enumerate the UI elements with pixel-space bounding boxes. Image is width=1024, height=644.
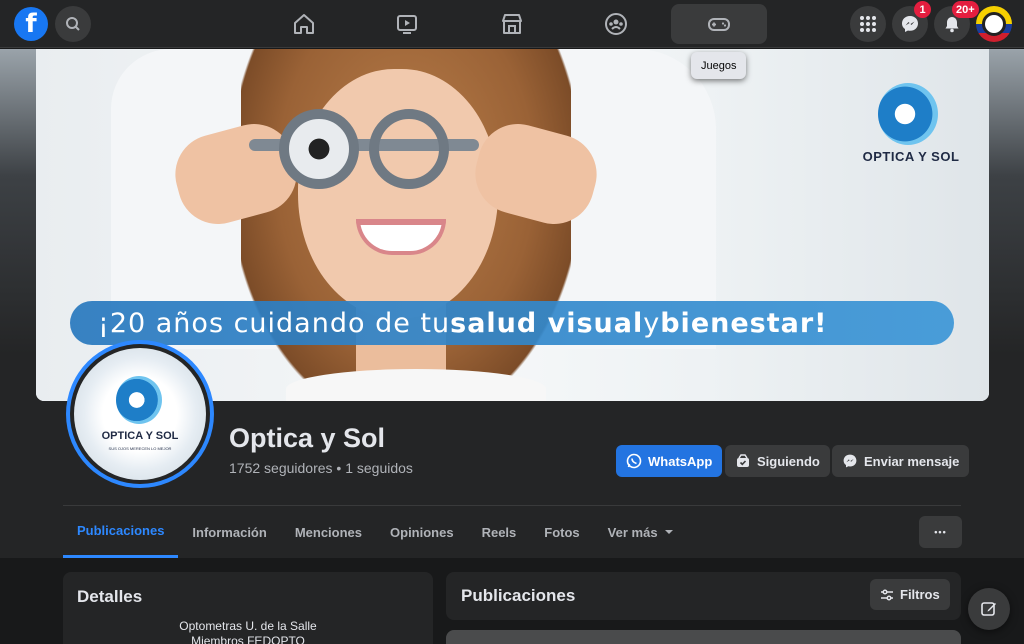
following-button[interactable]: Siguiendo	[725, 445, 830, 477]
profile-picture-image: OPTICA Y SOL SUS OJOS MERECEN LO MEJOR	[74, 348, 206, 480]
messenger-button[interactable]: 1	[892, 1, 931, 42]
filters-label: Filtros	[900, 587, 940, 602]
following-icon	[737, 454, 749, 467]
tab-reviews[interactable]: Opiniones	[376, 506, 468, 558]
banner-text-prefix: ¡20 años cuidando de tu	[98, 307, 451, 339]
eye-logo-icon	[116, 376, 162, 424]
details-title: Detalles	[77, 587, 143, 606]
gamepad-icon	[708, 18, 730, 31]
messenger-badge: 1	[914, 1, 931, 18]
cover-photo[interactable]: OPTICA Y SOL ¡20 años cuidando de tu sal…	[36, 49, 989, 401]
page-title: Optica y Sol	[229, 423, 386, 453]
messenger-icon	[843, 454, 857, 468]
nav-home-tab[interactable]	[256, 4, 352, 44]
more-options-button[interactable]: •••	[919, 516, 962, 548]
whatsapp-label: WhatsApp	[648, 453, 713, 469]
video-icon	[397, 15, 417, 34]
eye-logo-icon	[878, 83, 938, 145]
banner-text-bold-1: salud visual	[450, 307, 644, 339]
cover-logo-text: OPTICA Y SOL	[862, 149, 960, 164]
nav-video-tab[interactable]	[359, 4, 455, 44]
send-message-button[interactable]: Enviar mensaje	[832, 445, 970, 477]
home-icon	[294, 14, 314, 34]
tab-more-label: Ver más	[607, 524, 658, 540]
details-line-1: Optometras U. de la Salle	[179, 619, 317, 633]
avatar-brand-name: OPTICA Y SOL	[101, 430, 179, 442]
facebook-logo[interactable]: f	[14, 7, 48, 41]
details-card: Detalles Optometras U. de la Salle Miemb…	[63, 572, 433, 644]
filters-button[interactable]: Filtros	[870, 579, 950, 610]
tab-more[interactable]: Ver más	[594, 506, 688, 558]
tab-about[interactable]: Información	[178, 506, 280, 558]
groups-icon	[605, 13, 627, 35]
profile-avatar-button[interactable]	[976, 6, 1012, 42]
messenger-icon	[902, 16, 918, 32]
compose-icon	[981, 602, 996, 616]
details-line-2: Miembros FEDOPTO	[191, 634, 305, 644]
tab-reels[interactable]: Reels	[468, 506, 531, 558]
trial-frame-glasses	[249, 89, 479, 189]
filter-sliders-icon	[881, 588, 893, 601]
avatar-slogan: SUS OJOS MERECEN LO MEJOR	[108, 446, 172, 451]
marketplace-icon	[502, 14, 522, 34]
tab-mentions[interactable]: Menciones	[281, 506, 376, 558]
banner-text-mid: y	[643, 307, 661, 339]
nav-gaming-tab[interactable]	[671, 4, 767, 44]
more-dots-icon: •••	[934, 527, 947, 537]
tab-photos[interactable]: Fotos	[530, 506, 593, 558]
profile-tabs: Publicaciones Información Menciones Opin…	[63, 506, 688, 558]
notifications-button[interactable]: 20+	[934, 1, 979, 42]
patient-shirt	[286, 369, 546, 401]
posts-title: Publicaciones	[461, 586, 576, 605]
following-label: Siguiendo	[757, 453, 820, 469]
tooltip: Juegos	[691, 52, 747, 79]
trial-lens-left	[279, 109, 359, 189]
grid-menu-icon	[860, 16, 876, 32]
cover-banner-text: ¡20 años cuidando de tu salud visual y b…	[70, 301, 954, 345]
search-button[interactable]	[55, 6, 91, 42]
post-preview	[446, 630, 961, 644]
banner-text-bold-2: bienestar!	[660, 307, 828, 339]
profile-picture[interactable]: OPTICA Y SOL SUS OJOS MERECEN LO MEJOR	[66, 340, 214, 488]
followers-count[interactable]: 1752 seguidores • 1 seguidos	[229, 460, 413, 476]
tab-posts[interactable]: Publicaciones	[63, 506, 179, 558]
whatsapp-icon	[626, 453, 642, 469]
trial-lens-right	[369, 109, 449, 189]
send-message-label: Enviar mensaje	[864, 453, 960, 469]
nav-marketplace-tab[interactable]	[464, 4, 560, 44]
avatar-icon	[982, 12, 1006, 36]
nav-groups-tab[interactable]	[568, 4, 664, 44]
cover-brand-logo: OPTICA Y SOL	[856, 83, 966, 173]
notifications-badge: 20+	[952, 1, 979, 18]
caret-down-icon	[664, 530, 673, 534]
menu-button[interactable]	[850, 6, 886, 42]
profile-picture-border: OPTICA Y SOL SUS OJOS MERECEN LO MEJOR	[70, 344, 210, 484]
top-navigation-bar: f 1 20+	[0, 0, 1024, 48]
new-message-button[interactable]	[968, 588, 1010, 630]
posts-header-card: Publicaciones Filtros	[446, 572, 961, 620]
whatsapp-button[interactable]: WhatsApp	[616, 445, 723, 477]
search-icon	[66, 17, 80, 31]
